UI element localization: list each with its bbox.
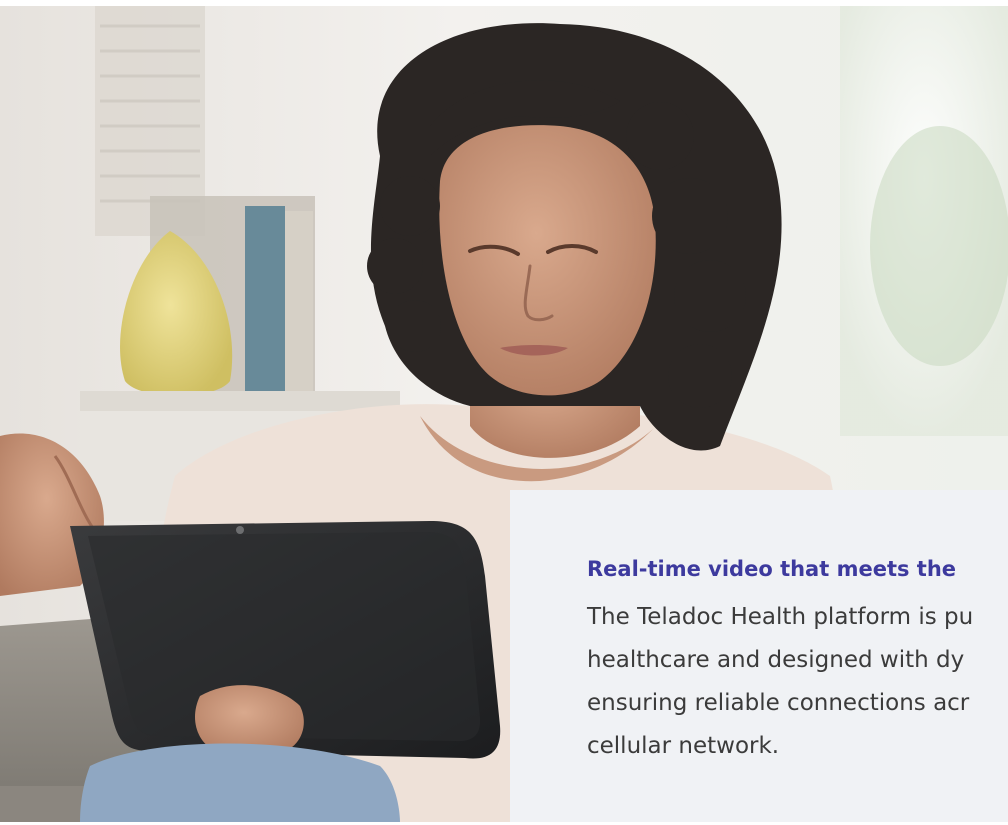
page: Real-time video that meets the The Telad…	[0, 0, 1008, 825]
card-body-line: ensuring reliable connections acr	[587, 690, 970, 716]
card-body-line: healthcare and designed with dy	[587, 647, 965, 673]
card-body-line: The Teladoc Health platform is pu	[587, 604, 974, 630]
card-body: The Teladoc Health platform is pu health…	[587, 596, 1008, 768]
card-heading: Real-time video that meets the	[587, 557, 957, 581]
feature-card: Real-time video that meets the The Telad…	[510, 490, 1008, 822]
card-body-line: cellular network.	[587, 733, 780, 759]
